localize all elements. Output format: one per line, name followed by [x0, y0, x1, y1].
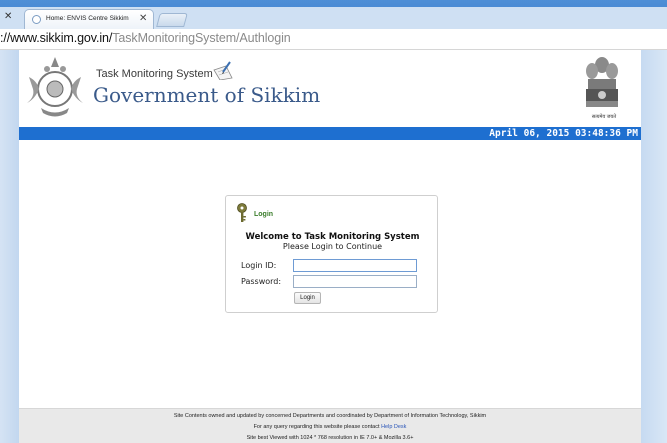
welcome-heading: Welcome to Task Monitoring System	[245, 232, 420, 242]
close-icon[interactable]: ✕	[4, 11, 12, 22]
system-name: Task Monitoring System	[96, 68, 213, 80]
key-icon	[237, 203, 247, 222]
login-id-label: Login ID:	[241, 261, 277, 270]
new-tab-button[interactable]	[156, 13, 188, 27]
footer-contact-text: For any query regarding this website ple…	[19, 424, 641, 430]
page-side-border-right	[641, 50, 667, 443]
url-path: TaskMonitoringSystem/Authlogin	[112, 31, 291, 45]
login-button[interactable]: Login	[294, 292, 321, 304]
browser-tab-bar: ✕ Home: ENVIS Centre Sikkim ✕	[0, 0, 667, 29]
date-time-banner: April 06, 2015 03:48:36 PM	[19, 127, 641, 140]
current-datetime: April 06, 2015 03:48:36 PM	[489, 128, 638, 139]
site-footer: Site Contents owned and updated by conce…	[19, 408, 641, 443]
footer-contact-prefix: For any query regarding this website ple…	[253, 424, 382, 430]
help-desk-link[interactable]: Help Desk	[381, 424, 406, 430]
main-content: Login Welcome to Task Monitoring System …	[19, 140, 641, 408]
password-label: Password:	[241, 277, 282, 286]
tab-title: Home: ENVIS Centre Sikkim	[46, 15, 129, 22]
emblem-motto: सत्यमेव जयते	[591, 114, 617, 120]
site-header: Task Monitoring System Government of Sik…	[19, 50, 641, 127]
url-host: ://www.sikkim.gov.in/	[0, 31, 113, 45]
login-instruction: Please Login to Continue	[282, 242, 383, 251]
url-text[interactable]: ://www.sikkim.gov.in/TaskMonitoringSyste…	[0, 31, 291, 45]
page-viewport: Task Monitoring System Government of Sik…	[0, 50, 667, 443]
footer-browser-note: Site best Viewed with 1024 * 768 resolut…	[246, 435, 414, 441]
sikkim-emblem-icon	[27, 57, 83, 117]
page-side-border-left	[0, 50, 19, 443]
address-bar[interactable]: ://www.sikkim.gov.in/TaskMonitoringSyste…	[0, 29, 667, 50]
national-emblem-icon	[586, 57, 618, 107]
government-title: Government of Sikkim	[93, 83, 321, 107]
browser-tab[interactable]: Home: ENVIS Centre Sikkim ✕	[24, 9, 154, 29]
tab-close-icon[interactable]: ✕	[139, 13, 147, 24]
login-title: Login	[254, 211, 274, 218]
password-input[interactable]	[293, 275, 417, 288]
page-favicon-icon	[32, 15, 41, 24]
login-id-input[interactable]	[293, 259, 417, 272]
login-panel: Login Welcome to Task Monitoring System …	[225, 195, 438, 313]
footer-ownership-text: Site Contents owned and updated by conce…	[173, 413, 487, 419]
pen-paper-icon	[213, 61, 233, 80]
